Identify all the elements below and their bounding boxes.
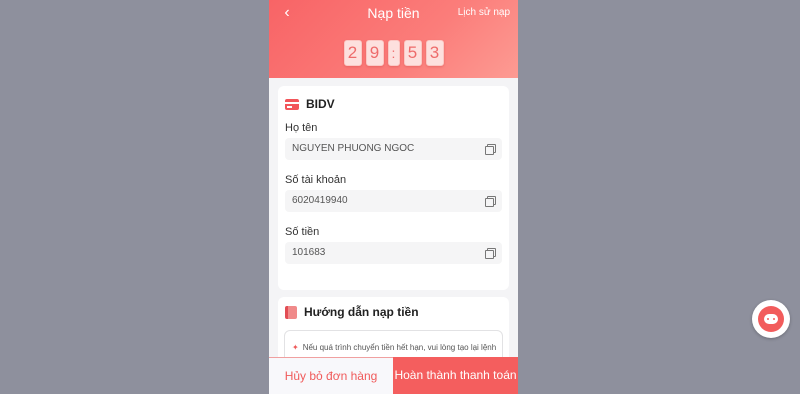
- chat-support-button[interactable]: [752, 300, 790, 338]
- amount-label: Số tiền: [285, 226, 320, 238]
- bank-info-card: BIDV Họ tên NGUYEN PHUONG NGOC Số tài kh…: [278, 86, 509, 290]
- timer-digit: 3: [425, 40, 444, 66]
- bullet-star-icon: ✦: [292, 343, 299, 352]
- chat-face-icon: [764, 314, 778, 324]
- countdown-timer: 2 9 : 5 3: [269, 38, 518, 68]
- timer-digit: 2: [343, 40, 362, 66]
- account-number-value: 6020419940: [292, 195, 348, 206]
- timer-separator: :: [387, 40, 400, 66]
- account-name-value: NGUYEN PHUONG NGOC: [292, 143, 415, 154]
- amount-field: 101683: [285, 242, 502, 264]
- timer-digit: 9: [365, 40, 384, 66]
- account-number-field: 6020419940: [285, 190, 502, 212]
- guide-note: ✦ Nếu quá trình chuyển tiền hết hạn, vui …: [292, 343, 496, 352]
- deposit-history-link[interactable]: Lịch sử nạp: [458, 7, 510, 19]
- account-number-label: Số tài khoản: [285, 174, 347, 186]
- account-name-field: NGUYEN PHUONG NGOC: [285, 138, 502, 160]
- header: ‹ Nạp tiền Lịch sử nạp 2 9 : 5 3: [269, 0, 518, 78]
- book-icon: [285, 305, 297, 319]
- copy-icon[interactable]: [485, 144, 496, 155]
- timer-digit: 5: [403, 40, 422, 66]
- phone-screen: ‹ Nạp tiền Lịch sử nạp 2 9 : 5 3 BIDV Họ…: [269, 0, 518, 394]
- bank-name: BIDV: [306, 97, 335, 111]
- guide-note-text: Nếu quá trình chuyển tiền hết hạn, vui l…: [302, 343, 497, 352]
- credit-card-icon: [285, 98, 299, 110]
- cancel-order-button[interactable]: Hủy bỏ đơn hàng: [269, 357, 393, 394]
- complete-payment-button[interactable]: Hoàn thành thanh toán: [393, 357, 518, 394]
- copy-icon[interactable]: [485, 248, 496, 259]
- account-name-label: Họ tên: [285, 122, 318, 134]
- bank-header: BIDV: [285, 97, 335, 111]
- amount-value: 101683: [292, 247, 326, 258]
- chat-support-icon: [758, 306, 784, 332]
- guide-header: Hướng dẫn nạp tiền: [285, 305, 419, 319]
- copy-icon[interactable]: [485, 196, 496, 207]
- guide-title: Hướng dẫn nạp tiền: [304, 305, 419, 319]
